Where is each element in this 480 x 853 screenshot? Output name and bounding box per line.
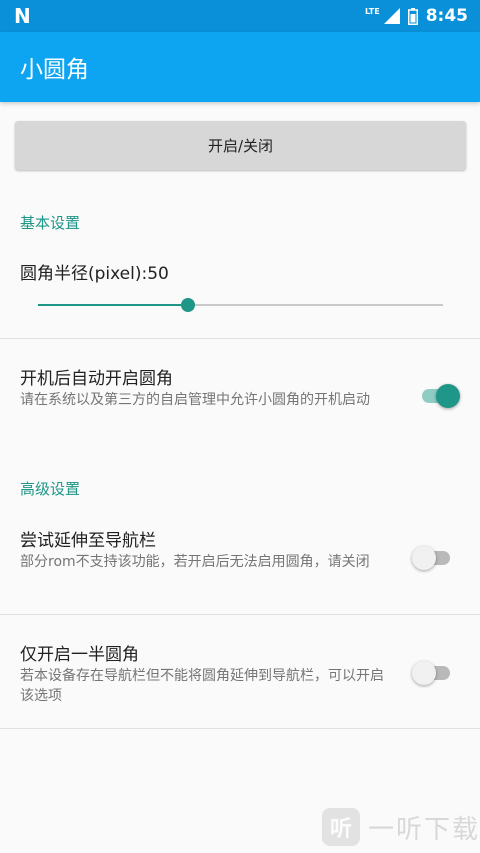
status-bar: N LTE 8:45 xyxy=(0,0,480,32)
switch-thumb xyxy=(412,546,436,570)
divider xyxy=(0,728,480,729)
extend-navbar-switch[interactable] xyxy=(412,546,454,570)
radius-slider-fill xyxy=(38,304,188,306)
divider xyxy=(0,338,480,339)
extend-navbar-title: 尝试延伸至导航栏 xyxy=(20,531,156,551)
switch-thumb xyxy=(436,384,460,408)
network-type-label: LTE xyxy=(365,6,380,16)
half-corners-title: 仅开启一半圆角 xyxy=(20,645,139,665)
autostart-summary: 请在系统以及第三方的自启管理中允许小圆角的开机启动 xyxy=(20,392,370,408)
radius-slider[interactable] xyxy=(38,298,443,312)
app-bar: 小圆角 xyxy=(0,32,480,102)
notification-n-icon: N xyxy=(14,4,31,28)
divider xyxy=(0,614,480,615)
watermark: 听 一听下载 xyxy=(322,808,480,846)
half-corners-switch[interactable] xyxy=(412,661,454,685)
switch-thumb xyxy=(412,661,436,685)
battery-icon xyxy=(407,7,418,25)
half-corners-summary: 若本设备存在导航栏但不能将圆角延伸到导航栏，可以开启该选项 xyxy=(20,668,384,704)
app-title: 小圆角 xyxy=(20,57,89,83)
advanced-settings-header: 高级设置 xyxy=(20,480,81,498)
watermark-logo-icon: 听 xyxy=(322,808,360,846)
radius-label: 圆角半径(pixel):50 xyxy=(20,264,169,284)
extend-navbar-summary: 部分rom不支持该功能，若开启后无法启用圆角，请关闭 xyxy=(20,554,370,570)
autostart-title: 开机后自动开启圆角 xyxy=(20,369,173,389)
radius-slider-thumb[interactable] xyxy=(180,298,195,312)
autostart-switch[interactable] xyxy=(420,384,460,408)
toggle-on-off-button[interactable]: 开启/关闭 xyxy=(15,121,466,170)
basic-settings-header: 基本设置 xyxy=(20,214,81,232)
watermark-text: 一听下载 xyxy=(368,814,480,845)
signal-icon xyxy=(383,8,400,24)
clock: 8:45 xyxy=(425,6,468,26)
